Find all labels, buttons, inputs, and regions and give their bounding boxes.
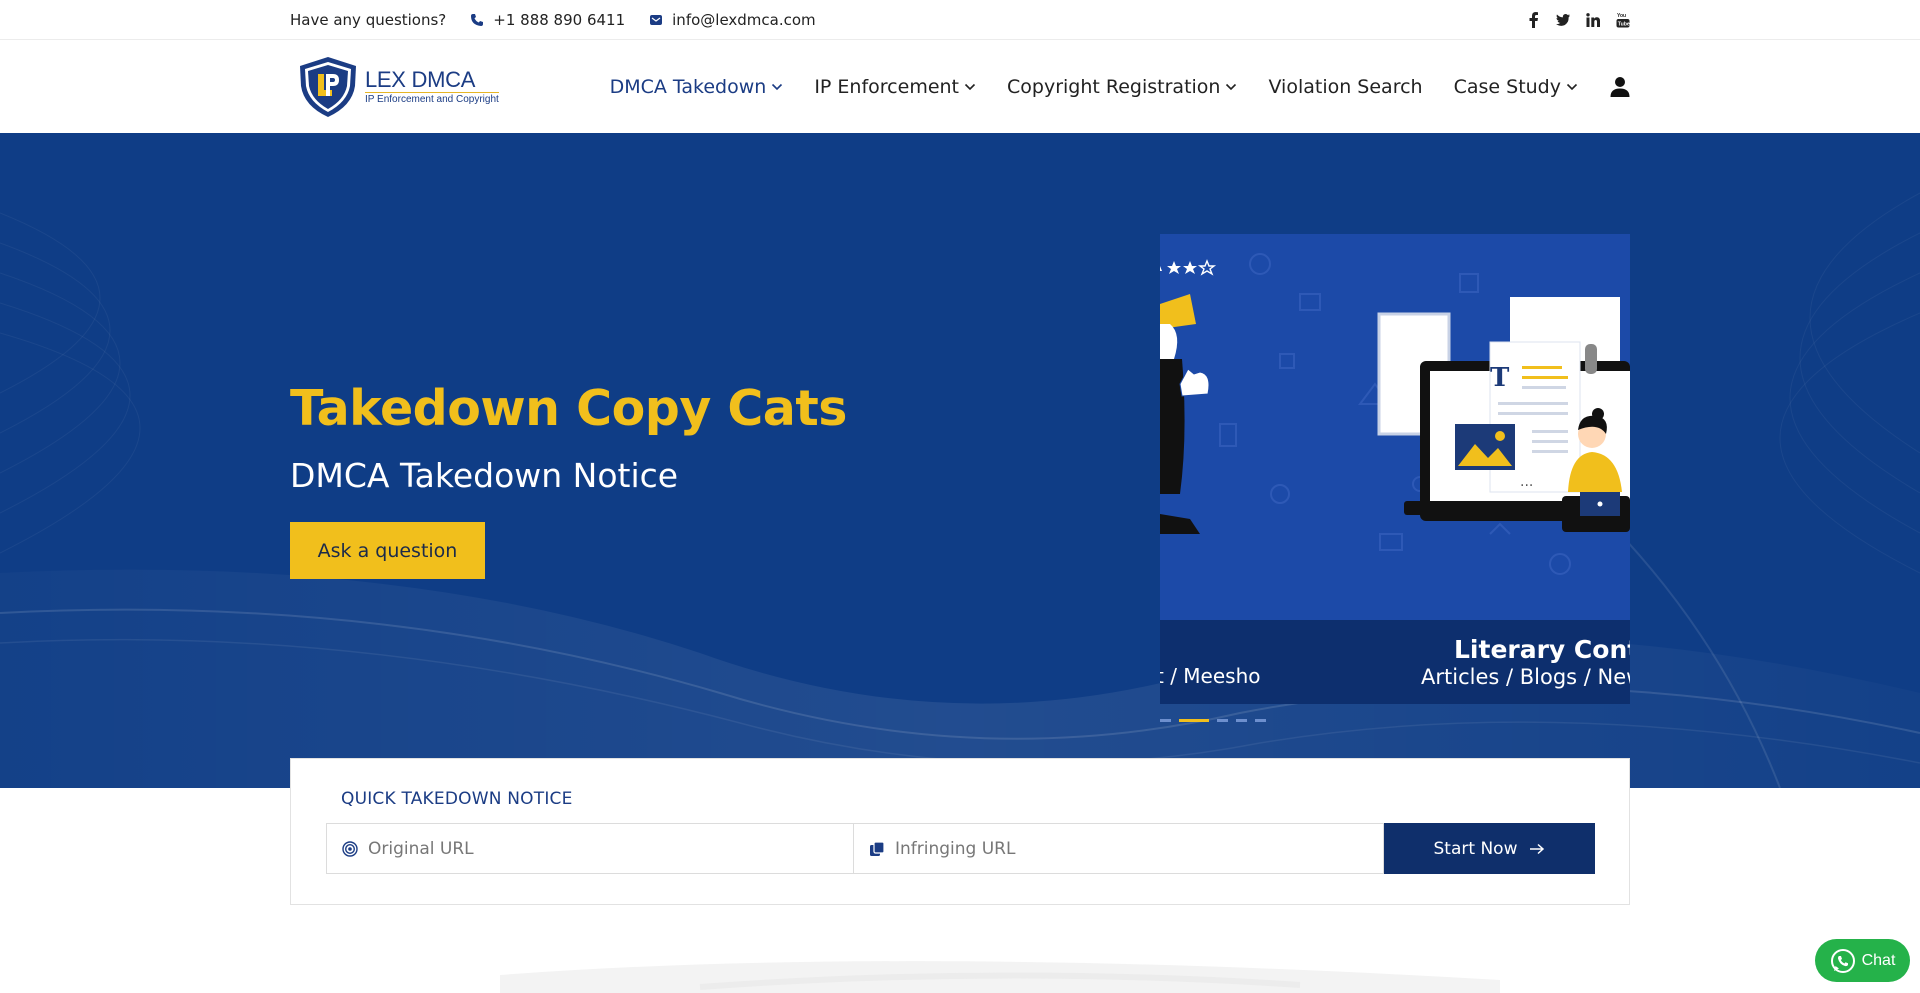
copy-icon [869,840,885,857]
slider-dots [1160,719,1266,722]
nav-label: Case Study [1453,76,1561,98]
slider-dot[interactable] [1236,719,1247,722]
nav-label: Violation Search [1268,76,1423,98]
slider-dot[interactable] [1217,719,1228,722]
target-icon [342,840,358,857]
chevron-down-icon [1566,83,1578,91]
whatsapp-icon [1830,948,1855,973]
nav-copyright-registration[interactable]: Copyright Registration [1007,76,1237,98]
facebook-icon[interactable] [1526,12,1540,28]
quick-takedown-form: QUICK TAKEDOWN NOTICE Start Now [290,758,1630,905]
nav-label: Copyright Registration [1007,76,1221,98]
svg-text:You: You [1617,13,1626,19]
nav-label: IP Enforcement [814,76,960,98]
infringing-url-input[interactable] [895,838,1383,859]
user-account-icon[interactable] [1610,76,1630,98]
youtube-icon[interactable]: You Tube [1616,12,1630,28]
email-address: info@lexdmca.com [672,11,816,29]
start-now-label: Start Now [1433,838,1518,859]
nav-violation-search[interactable]: Violation Search [1268,76,1422,98]
chevron-down-icon [1226,83,1237,91]
chat-label: Chat [1861,951,1896,969]
phone-number: +1 888 890 6411 [493,11,626,29]
main-nav: DMCA Takedown IP Enforcement Copyright R… [579,41,1630,133]
arrow-right-icon [1530,843,1545,854]
slider-dot[interactable] [1255,719,1266,722]
envelope-icon [649,13,663,27]
nav-ip-enforcement[interactable]: IP Enforcement [814,76,976,98]
svg-text:Tube: Tube [1618,22,1630,28]
slider-dot[interactable] [1160,719,1171,722]
nav-label: DMCA Takedown [609,76,767,98]
hero-section: Takedown Copy Cats DMCA Takedown Notice … [0,133,1920,788]
logo[interactable]: LEX DMCA IP Enforcement and Copyright [298,56,513,118]
svg-text:...: ... [1520,474,1533,490]
whatsapp-chat-button[interactable]: Chat [1815,939,1910,982]
slider-dot-active[interactable] [1179,719,1209,722]
slide-left-caption: t / Meesho [1160,664,1261,688]
hero-slider[interactable]: T ... t / Meesho Literary Conter A [1160,234,1630,704]
start-now-button[interactable]: Start Now [1384,823,1595,874]
nav-dmca-takedown[interactable]: DMCA Takedown [610,76,784,98]
top-bar: Have any questions? +1 888 890 6411 info… [0,0,1920,40]
logo-tagline: IP Enforcement and Copyright [365,91,499,105]
twitter-icon[interactable] [1556,12,1570,28]
logo-brand: LEX DMCA [365,66,476,92]
quick-takedown-title: QUICK TAKEDOWN NOTICE [341,789,573,809]
hero-title: Takedown Copy Cats [290,380,847,437]
svg-text:T: T [1490,363,1510,393]
phone-icon [470,13,484,27]
slide-right-subtitle: Articles / Blogs / New [1421,665,1630,689]
infringing-url-field [853,823,1384,874]
social-links: You Tube [1526,12,1630,28]
linkedin-icon[interactable] [1586,12,1600,28]
chevron-down-icon [772,83,783,91]
original-url-input[interactable] [368,838,853,859]
email-link[interactable]: info@lexdmca.com [649,11,816,29]
page: Have any questions? +1 888 890 6411 info… [0,0,1920,993]
hero-subtitle: DMCA Takedown Notice [290,456,679,495]
chevron-down-icon [964,83,976,91]
slide-right-title: Literary Conter [1454,635,1630,664]
bottom-decoration [500,961,1500,993]
ask-question-button[interactable]: Ask a question [290,522,485,579]
slide-illustration: T ... [1160,253,1630,575]
phone-link[interactable]: +1 888 890 6411 [470,11,625,29]
site-header: LEX DMCA IP Enforcement and Copyright DM… [0,41,1920,133]
original-url-field [326,823,854,874]
questions-label: Have any questions? [290,11,447,29]
hero-wave-background [0,192,1920,788]
nav-case-study[interactable]: Case Study [1454,76,1578,98]
shield-logo-icon [300,57,356,117]
